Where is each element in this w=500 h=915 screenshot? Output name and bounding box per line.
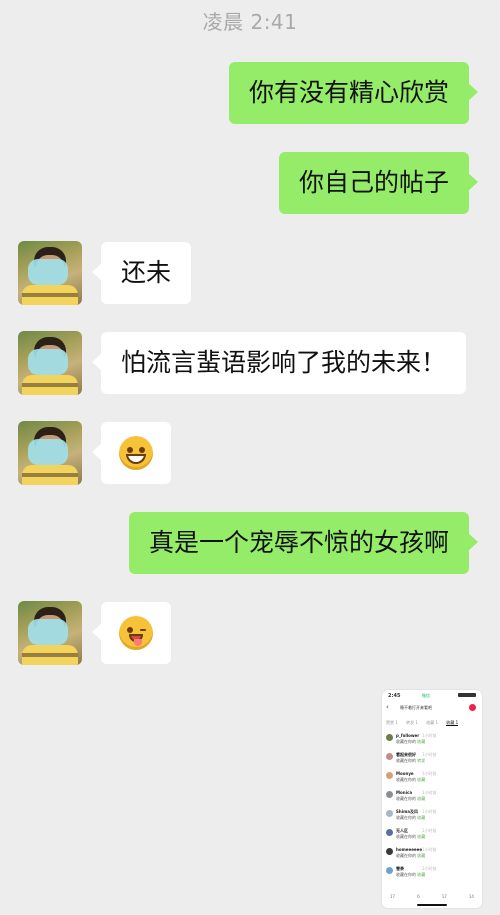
- comment-row: homeeeeee 1小时前 收藏在你的 收藏: [386, 847, 478, 865]
- commenter-avatar: [386, 753, 393, 760]
- comment-text: 收藏在你的 收藏: [396, 872, 426, 877]
- screenshot-tabs: 赞赏 1 转发 1 收藏 1 收藏 1: [386, 720, 478, 728]
- comment-row: Moonye 1小时前 收藏在你的 收藏: [386, 771, 478, 789]
- message-bubble-incoming[interactable]: [92, 602, 171, 664]
- comment-text: 收藏在你的 收藏: [396, 739, 426, 744]
- notification-badge-icon: [469, 704, 476, 711]
- comment-row: 无人区 1小时前 收藏在你的 收藏: [386, 828, 478, 846]
- commenter-avatar: [386, 791, 393, 798]
- comment-text: 收藏在你的 收藏: [396, 834, 426, 839]
- message-bubble-incoming[interactable]: 还未: [91, 242, 192, 304]
- commenter-avatar: [386, 848, 393, 855]
- commenter-avatar: [386, 772, 393, 779]
- screenshot-tab: 赞赏 1: [386, 720, 398, 725]
- screenshot-tab: 转发 1: [406, 720, 418, 725]
- chat-timestamp: 凌晨 2:41: [202, 10, 298, 34]
- contact-avatar[interactable]: [18, 421, 82, 485]
- comment-row: p_follower 1小时前 收藏在你的 收藏: [386, 733, 478, 751]
- share-count: 17: [390, 894, 396, 899]
- commenter-name: Monica: [396, 790, 413, 795]
- screenshot-footer: 17 6 17 14: [390, 894, 474, 900]
- message-bubble-outgoing[interactable]: 你有没有精心欣赏: [228, 62, 479, 124]
- contact-avatar[interactable]: [18, 331, 82, 395]
- commenter-name: homeeeeee: [396, 847, 423, 852]
- comment-text: 收藏在你的 收藏: [396, 777, 426, 782]
- contact-avatar[interactable]: [18, 241, 82, 305]
- comment-text: 收藏在你的 收藏: [396, 796, 426, 801]
- commenter-avatar: [386, 734, 393, 741]
- app-tag: 微信: [422, 693, 430, 698]
- contact-avatar[interactable]: [18, 601, 82, 665]
- grin-emoji: [119, 436, 153, 470]
- commenter-avatar: [386, 810, 393, 817]
- commenter-avatar: [386, 829, 393, 836]
- comment-text: 收藏在你的 收藏: [396, 853, 426, 858]
- comment-row: Monica 1小时前 收藏在你的 收藏: [386, 790, 478, 808]
- commenter-name: p_follower: [396, 733, 420, 738]
- message-bubble-incoming[interactable]: [92, 422, 171, 484]
- comment-count: 6: [417, 894, 420, 899]
- status-time: 2:45: [388, 693, 401, 699]
- message-bubble-outgoing[interactable]: 真是一个宠辱不惊的女孩啊: [128, 512, 479, 574]
- back-icon: ‹: [386, 703, 389, 711]
- comment-row: Shima及风 1小时前 收藏在你的 收藏: [386, 809, 478, 827]
- comment-text: 收藏在你的 收藏: [396, 815, 426, 820]
- message-bubble-outgoing[interactable]: 你自己的帖子: [278, 152, 479, 214]
- favorite-count: 14: [468, 894, 474, 899]
- screenshot-tab: 收藏 1: [426, 720, 439, 725]
- comment-row: 看起来很好 1小时前 收藏在你的 转发: [386, 752, 478, 770]
- screenshot-title: 睡不着打开来看吧: [400, 705, 432, 710]
- status-icons: [458, 693, 476, 697]
- comment-text: 收藏在你的 转发: [396, 758, 426, 763]
- commenter-avatar: [386, 867, 393, 874]
- wink-tongue-emoji: [119, 616, 153, 650]
- screenshot-tab-active: 收藏 1: [446, 720, 459, 726]
- screenshot-nav: ‹ 睡不着打开来看吧: [382, 703, 482, 715]
- home-indicator: [417, 904, 447, 906]
- message-bubble-incoming[interactable]: 怕流言蜚语影响了我的未来！: [91, 332, 467, 394]
- image-message-screenshot[interactable]: 2:45 微信 ‹ 睡不着打开来看吧 赞赏 1 转发 1 收藏 1 收藏 1 p…: [382, 690, 482, 908]
- comment-row: 雪茶 1小时前 收藏在你的 收藏: [386, 866, 478, 884]
- commenter-name: Moonye: [396, 771, 414, 776]
- like-count: 17: [441, 894, 447, 899]
